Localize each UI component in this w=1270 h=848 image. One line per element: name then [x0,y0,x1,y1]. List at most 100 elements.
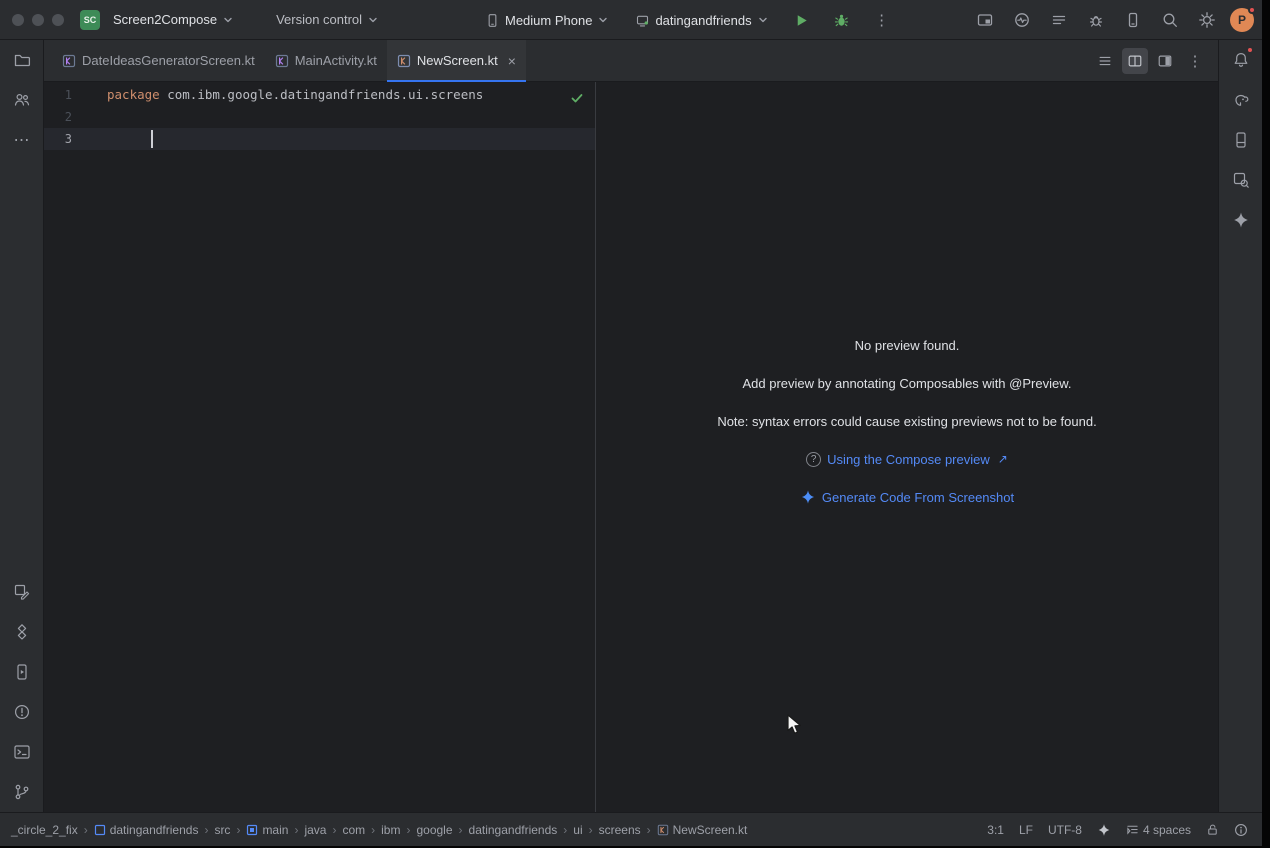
build-variants-tool-button[interactable] [6,616,38,648]
statusbar: _circle_2_fix › datingandfriends › src ›… [0,812,1262,846]
profiler-button[interactable] [1008,6,1036,34]
add-preview-message: Add preview by annotating Composables wi… [743,373,1072,393]
app-logo: SC [80,10,100,30]
breadcrumb-item[interactable]: datingandfriends [466,821,561,839]
avatar[interactable]: P [1230,8,1254,32]
terminal-icon [13,743,31,761]
code-view-button[interactable] [1092,48,1118,74]
avatar-notification-dot [1248,6,1256,14]
breadcrumb-label: _circle_2_fix [11,823,78,837]
resource-manager-tool-button[interactable] [6,84,38,116]
text-caret [151,130,153,148]
breadcrumb-separator: › [331,823,337,837]
problems-tool-button[interactable] [6,696,38,728]
running-devices-tool-button[interactable] [6,656,38,688]
breadcrumb-item[interactable]: google [413,821,455,839]
breadcrumb-item[interactable]: screens [596,821,644,839]
gemini-star-icon [1097,823,1111,837]
tab-newscreen[interactable]: NewScreen.kt × [387,40,526,82]
android-studio-window: SC Screen2Compose Version control Medium… [0,0,1262,846]
close-tab-button[interactable]: × [508,54,516,68]
titlebar-right-actions: P [971,0,1254,40]
more-tool-windows-button[interactable]: ⋯ [6,124,38,156]
design-view-button[interactable] [1152,48,1178,74]
compose-preview-doc-link[interactable]: ? Using the Compose preview ↗ [806,449,1008,469]
run-target-icon [635,13,650,28]
inspection-status-button[interactable] [1234,823,1248,837]
close-window-button[interactable] [12,14,24,26]
notifications-button[interactable] [1225,44,1257,76]
version-control-menu-button[interactable]: Version control [269,8,386,31]
device-selector-button[interactable]: Medium Phone [478,9,616,32]
generate-code-link[interactable]: Generate Code From Screenshot [800,487,1014,507]
line-ending-widget[interactable]: LF [1019,823,1033,837]
project-menu-button[interactable]: Screen2Compose [106,8,241,31]
breadcrumb-separator: › [235,823,241,837]
gemini-status-button[interactable] [1097,823,1111,837]
debug-button[interactable] [828,6,856,34]
line-number-current: 3 [48,128,72,150]
keyword: package [107,87,160,102]
readonly-toggle[interactable] [1206,823,1219,836]
layout-inspector-button[interactable] [971,6,999,34]
check-icon [570,91,584,105]
tab-mainactivity[interactable]: MainActivity.kt [265,40,387,82]
search-everywhere-button[interactable] [1156,6,1184,34]
terminal-tool-button[interactable] [6,736,38,768]
breadcrumb-separator: › [646,823,652,837]
breadcrumb-item[interactable]: ui [570,821,585,839]
breadcrumb-item[interactable]: java [301,821,329,839]
breadcrumb-item[interactable]: src [211,821,233,839]
chevron-down-icon [757,14,769,26]
editor-options-button[interactable]: ⋮ [1182,48,1208,74]
breadcrumb-label: com [342,823,365,837]
doc-link-label: Using the Compose preview [827,452,990,467]
indent-widget[interactable]: 4 spaces [1126,823,1191,837]
zoom-window-button[interactable] [52,14,64,26]
minimize-window-button[interactable] [32,14,44,26]
app-inspection-tool-button[interactable] [1225,164,1257,196]
avatar-initial: P [1238,13,1246,27]
syntax-note-message: Note: syntax errors could cause existing… [717,411,1096,431]
settings-button[interactable] [1193,6,1221,34]
compose-preview-panel: No preview found. Add preview by annotat… [596,82,1218,812]
build-variants-icon [13,623,31,641]
breadcrumb-item[interactable]: ibm [378,821,403,839]
breadcrumb-item[interactable]: _circle_2_fix [8,821,81,839]
run-button[interactable] [788,6,816,34]
breadcrumb-item-file[interactable]: NewScreen.kt [654,821,751,839]
app-quality-insights-button[interactable] [1082,6,1110,34]
device-manager-button[interactable] [1119,6,1147,34]
center-column: DateIdeasGeneratorScreen.kt MainActivity… [44,40,1218,812]
kotlin-file-icon [275,54,289,68]
gradle-tool-button[interactable] [1225,84,1257,116]
breadcrumb-label: datingandfriends [110,823,199,837]
split-view-button[interactable] [1122,48,1148,74]
more-horizontal-icon: ⋯ [14,130,30,150]
logcat-button[interactable] [1045,6,1073,34]
breadcrumb-separator: › [588,823,594,837]
breadcrumb-item[interactable]: main [243,821,291,839]
breadcrumb-separator: › [370,823,376,837]
code-editor[interactable]: 1 package com.ibm.google.datingandfriend… [44,82,596,812]
logcat-icon [1050,11,1068,29]
run-config-button[interactable]: datingandfriends [628,9,775,32]
breadcrumb-label: ibm [381,823,400,837]
gemini-tool-button[interactable] [1225,204,1257,236]
git-branch-icon [13,783,31,801]
encoding-widget[interactable]: UTF-8 [1048,823,1082,837]
tab-label: MainActivity.kt [295,53,377,68]
more-actions-button[interactable]: ⋮ [868,6,896,34]
cursor-position-widget[interactable]: 3:1 [987,823,1004,837]
version-control-tool-button[interactable] [6,776,38,808]
run-config-label: datingandfriends [655,13,751,28]
ui-check-tool-button[interactable] [6,576,38,608]
inspections-widget[interactable] [567,88,587,108]
preview-empty-state: No preview found. Add preview by annotat… [596,335,1218,507]
breadcrumb-item[interactable]: com [339,821,368,839]
device-explorer-icon [1232,131,1250,149]
device-explorer-tool-button[interactable] [1225,124,1257,156]
project-tool-button[interactable] [6,44,38,76]
tab-dateideasgeneratorscreen[interactable]: DateIdeasGeneratorScreen.kt [52,40,265,82]
breadcrumb-item[interactable]: datingandfriends [91,821,202,839]
